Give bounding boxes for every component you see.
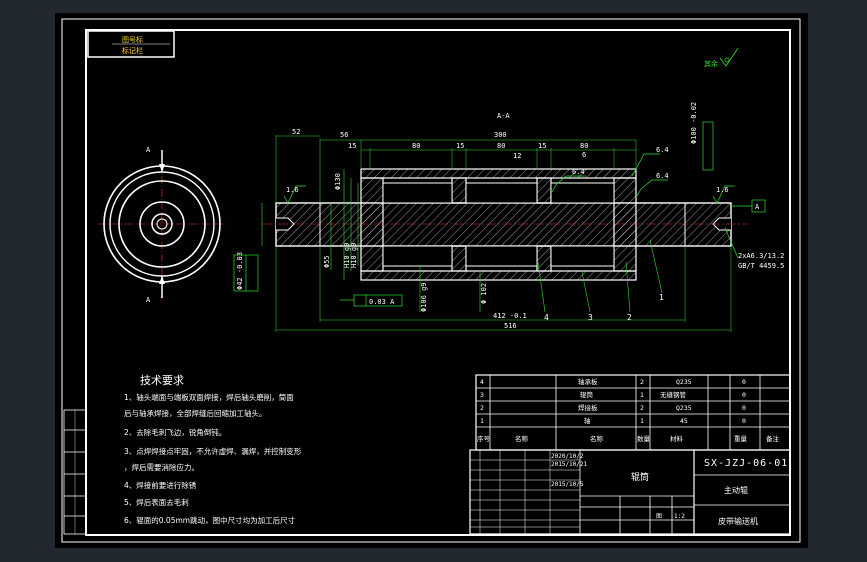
tech-item-3: 3、点焊焊接点牢固，不允许虚焊、漏焊，并控制变形: [124, 446, 302, 456]
bom-qty-3: 1: [640, 391, 644, 399]
center-hole: 2xA6.3/13.2: [738, 252, 784, 260]
bom-qty-2: 2: [640, 404, 644, 412]
leader-4: 4: [544, 313, 549, 322]
bom-head-desc: 名称: [590, 434, 604, 443]
leader-2: 2: [627, 313, 632, 322]
bom-mat-4: Q235: [676, 378, 692, 386]
bom-mat-1: 45: [680, 417, 688, 425]
project-name: 皮带输送机: [718, 516, 758, 526]
dim-412: 412 -0.1: [493, 312, 527, 320]
bom-no-1: 1: [480, 417, 484, 425]
dim-phi55: Φ55: [323, 255, 331, 268]
corner-box-line1: 图号标: [122, 35, 143, 44]
dim-80a: 80: [412, 142, 420, 150]
dim-phi102: Φ 102: [480, 283, 488, 304]
dim-80b: 80: [497, 142, 505, 150]
dim-15a: 15: [348, 142, 356, 150]
dim-15c: 15: [538, 142, 546, 150]
runout-tol: 0.03 A: [369, 298, 395, 306]
bom-mat-2: Q235: [676, 404, 692, 412]
corner-box-line2: 标记栏: [122, 46, 143, 55]
dim-h10b: H10 g9: [350, 243, 358, 268]
dim-300: 300: [494, 131, 507, 139]
dim-phi106: Φ106 g9: [420, 282, 428, 312]
company-name: 主动辊: [724, 485, 748, 495]
bom-head-name: 名称: [515, 434, 529, 443]
scale-mark: 1:2: [674, 513, 685, 520]
bom-no-4: 4: [480, 378, 484, 386]
center-hole-std: GB/T 4459.5: [738, 262, 784, 270]
dim-80c: 80: [580, 142, 588, 150]
bom-mat-3: 无缝钢管: [660, 390, 687, 399]
section-label: A-A: [497, 112, 510, 120]
engineering-drawing: 图号标 标记栏 其余 A A A-A 52 56 300 15 80 15 80…: [55, 13, 808, 548]
bom-w-2: 0: [742, 404, 746, 412]
tech-item-6: 6、辊面的0.05mm跳动，图中尺寸均为加工后尺寸: [124, 515, 296, 525]
bom-head-qty: 数量: [637, 434, 651, 443]
drawing-number: SX-JZJ-06-01: [704, 458, 788, 469]
dim-56: 56: [340, 131, 348, 139]
part-name: 辊筒: [631, 471, 649, 483]
date-3: 2015/10/5: [551, 481, 584, 488]
tech-item-4: 4、焊接前要进行除锈: [124, 480, 197, 490]
dim-r6: 6: [582, 151, 586, 159]
bom-w-1: 0: [742, 417, 746, 425]
ra-left: 1.6: [286, 186, 299, 194]
bom-name-4: 轴承板: [578, 377, 598, 386]
ra-64b: 6.4: [572, 168, 585, 176]
date-1: 2020/10/2: [551, 453, 584, 460]
cad-viewport[interactable]: 图号标 标记栏 其余 A A A-A 52 56 300 15 80 15 80…: [0, 0, 867, 562]
bom-head-mat: 材料: [670, 434, 684, 443]
tech-item-1b: 后与轴承焊接，全部焊缝后回缩加工轴头。: [124, 408, 267, 418]
bom-head-w: 重量: [734, 435, 748, 443]
ra-64c: 6.4: [656, 172, 669, 180]
dim-15b: 15: [456, 142, 464, 150]
bom-name-3: 辊筒: [580, 390, 594, 399]
bom-qty-4: 2: [640, 378, 644, 386]
dim-phi130: Φ130: [334, 173, 342, 190]
bom-name-1: 轴: [584, 416, 591, 425]
tech-item-1: 1、轴头端面与端板双面焊接，焊后轴头磨削，筒面: [124, 392, 294, 402]
leader-3: 3: [588, 313, 593, 322]
bom-qty-1: 1: [640, 417, 644, 425]
tech-item-5: 5、焊后表面去毛刺: [124, 497, 189, 507]
dim-phi100r: Φ100 -0.02: [690, 102, 698, 144]
ra-right: 1.6: [716, 186, 729, 194]
date-2: 2015/10/21: [551, 461, 588, 468]
ra-64a: 6.4: [656, 146, 669, 154]
bom-w-3: 0: [742, 391, 746, 399]
dim-r12: 12: [513, 152, 521, 160]
roughness-label: 其余: [704, 59, 718, 68]
sheet-mark: 图: [656, 513, 662, 520]
leader-1: 1: [659, 293, 664, 302]
bom-no-3: 3: [480, 391, 484, 399]
bom-name-2: 焊接板: [578, 403, 598, 412]
bom-no-2: 2: [480, 404, 484, 412]
tech-title: 技术要求: [140, 374, 184, 387]
dim-52: 52: [292, 128, 300, 136]
dim-phi42: Φ42 -0.03: [236, 252, 244, 290]
bom-head-no: 序号: [477, 434, 491, 443]
tech-item-2: 2、去除毛刺飞边，锐角倒钝。: [124, 427, 226, 437]
bom-head-note: 备注: [766, 434, 780, 443]
tech-item-3b: ，焊后需要消除应力。: [124, 462, 199, 472]
bom-w-4: 0: [742, 378, 746, 386]
dim-516: 516: [504, 322, 517, 330]
